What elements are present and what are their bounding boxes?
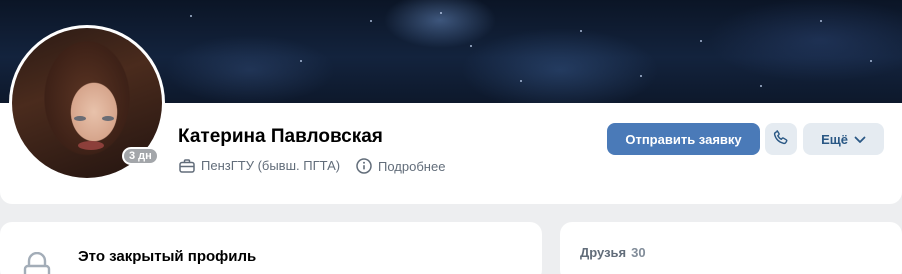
closed-profile-title: Это закрытый профиль — [78, 248, 257, 265]
chevron-down-icon — [854, 132, 866, 147]
call-button[interactable] — [765, 123, 797, 155]
more-menu-button[interactable]: Ещё — [803, 123, 884, 155]
phone-icon — [773, 129, 789, 150]
send-friend-request-button[interactable]: Отправить заявку — [607, 123, 760, 155]
briefcase-icon — [179, 158, 195, 173]
details-link[interactable]: Подробнее — [356, 158, 445, 174]
info-icon — [356, 158, 372, 174]
lock-icon — [20, 251, 54, 274]
details-label: Подробнее — [378, 158, 446, 174]
more-label: Ещё — [821, 131, 848, 147]
friends-count: 30 — [631, 245, 646, 260]
university-label: ПензГТУ (бывш. ПГТА) — [201, 158, 341, 173]
last-seen-badge: 3 дн — [122, 147, 159, 165]
profile-university[interactable]: ПензГТУ (бывш. ПГТА) — [179, 158, 340, 173]
profile-name: Катерина Павловская — [178, 126, 383, 147]
friends-label: Друзья — [580, 245, 627, 260]
friends-header-link[interactable]: Друзья 30 — [580, 245, 646, 260]
